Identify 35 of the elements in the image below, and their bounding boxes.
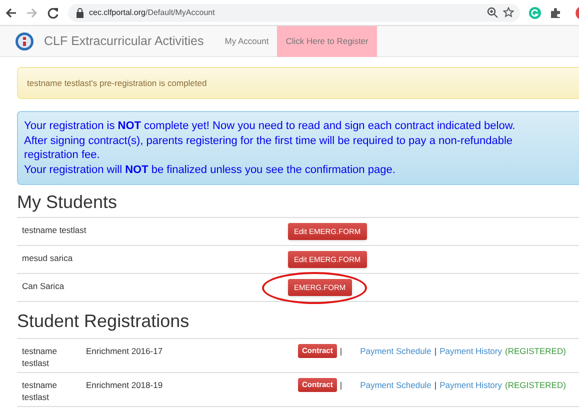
separator: | <box>340 345 342 357</box>
student-name: testname testlast <box>22 379 58 403</box>
student-name: mesud sarica <box>22 252 74 265</box>
site-brand[interactable]: CLF Extracurricular Activities <box>44 32 204 50</box>
separator: | <box>434 379 437 391</box>
status-text: (REGISTERED) <box>505 345 566 357</box>
star-icon[interactable] <box>503 7 514 18</box>
info-text: After signing contract(s), parents registering for the first time will be required to pay a non-refundable registration fee. <box>24 134 514 162</box>
url-text: cec.clfportal.org/Default/MyAccount <box>89 6 215 18</box>
info-text: Your registration is NOT complete yet! Now you need to read and sign each contract indicated below. <box>24 119 516 134</box>
info-text: Your registration will NOT be finalized unless you see the confirmation page. <box>24 162 396 177</box>
nav-link[interactable]: My Account <box>216 26 277 56</box>
separator: | <box>434 345 437 357</box>
puzzle-icon[interactable] <box>550 6 562 18</box>
section-heading: Student Registrations <box>17 310 190 332</box>
nav-link[interactable]: Click Here to Register <box>276 26 378 56</box>
lighthouse-logo-icon <box>15 32 34 50</box>
payment-link[interactable]: Payment Schedule <box>360 379 432 391</box>
address-bar[interactable]: cec.clfportal.org/Default/MyAccount <box>68 4 520 22</box>
student-name: testname testlast <box>22 224 88 237</box>
payment-link[interactable]: Payment History <box>440 345 502 357</box>
payment-link[interactable]: Payment History <box>440 379 502 391</box>
separator: | <box>340 379 342 391</box>
zoom-icon[interactable] <box>487 7 498 18</box>
program-name: Enrichment 2018-19 <box>86 379 164 391</box>
payment-link[interactable]: Payment Schedule <box>360 345 432 357</box>
notice-text: testname testlast's pre-registration is completed <box>27 76 207 90</box>
reload-icon[interactable] <box>47 6 59 18</box>
lock-icon <box>76 8 84 18</box>
back-icon[interactable] <box>5 6 17 18</box>
student-name: Can Sarica <box>22 280 66 293</box>
student-name: testname testlast <box>22 345 58 369</box>
section-heading: My Students <box>17 191 118 213</box>
status-text: (REGISTERED) <box>505 379 566 391</box>
program-name: Enrichment 2016-17 <box>86 345 164 357</box>
